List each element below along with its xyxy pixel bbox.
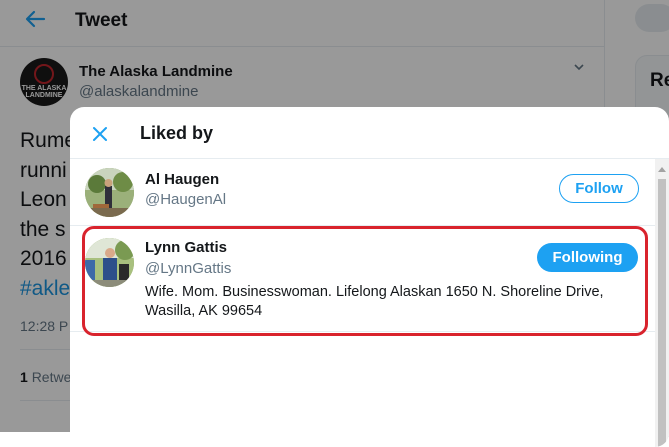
highlight-annotation-box <box>82 226 648 336</box>
close-icon <box>93 127 107 141</box>
user-list-item[interactable]: Al Haugen @HaugenAl Follow <box>70 159 655 226</box>
modal-title: Liked by <box>140 123 214 143</box>
user-name[interactable]: Al Haugen <box>145 171 219 188</box>
scroll-up-arrow-icon[interactable] <box>658 167 666 172</box>
follow-button[interactable]: Follow <box>559 174 639 203</box>
scrollbar-thumb[interactable] <box>658 179 666 447</box>
modal-header: Liked by <box>70 107 669 159</box>
avatar[interactable] <box>85 168 134 217</box>
close-button[interactable] <box>84 118 116 150</box>
user-handle[interactable]: @HaugenAl <box>145 191 226 208</box>
